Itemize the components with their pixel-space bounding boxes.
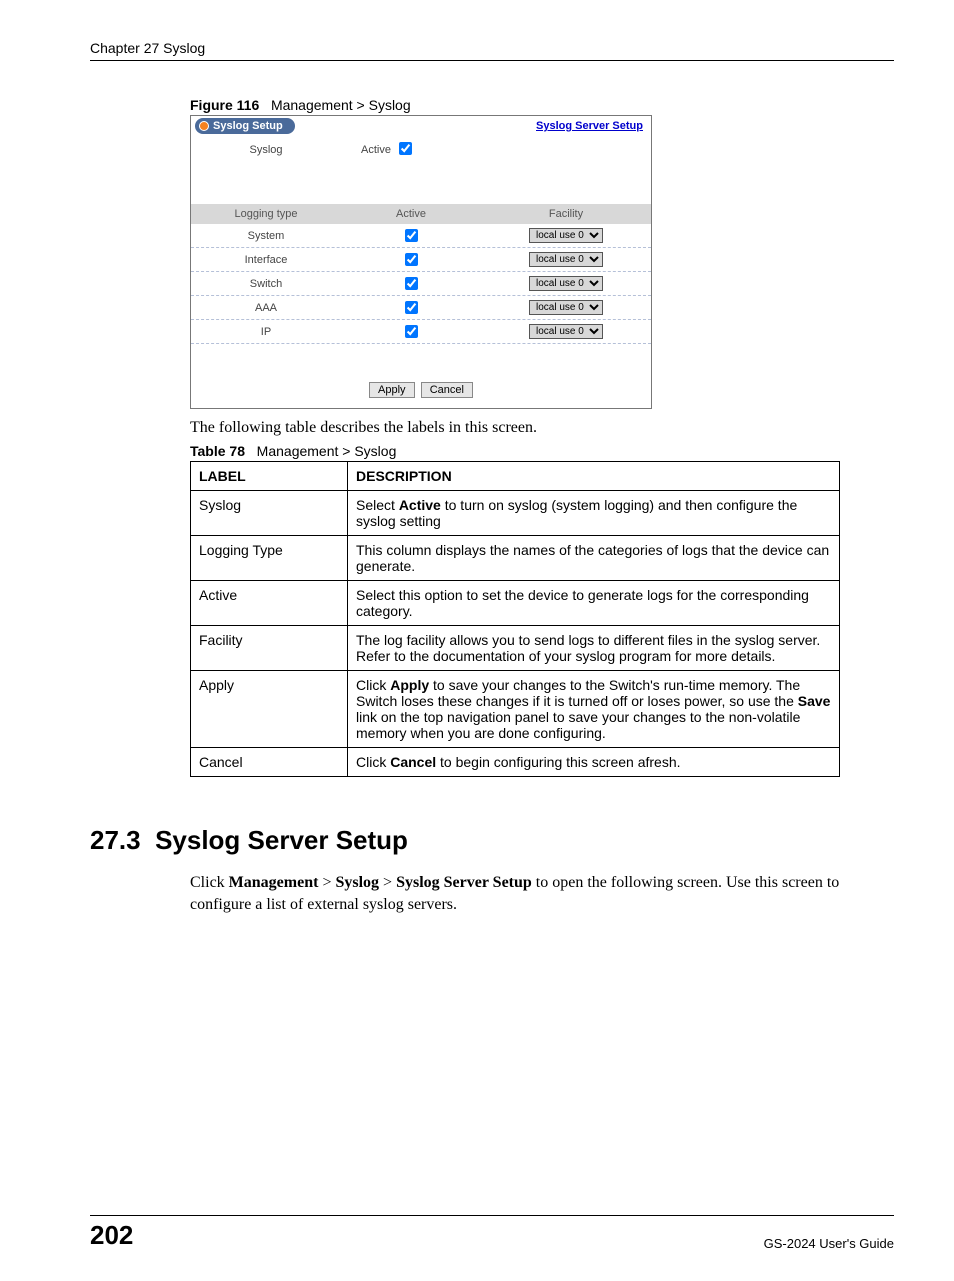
figure-label: Figure 116 (190, 97, 259, 113)
table-row: Apply Click Apply to save your changes t… (191, 671, 840, 748)
row-active-checkbox[interactable] (405, 229, 418, 242)
facility-select[interactable]: local use 0 (529, 276, 603, 291)
row-active-checkbox[interactable] (405, 277, 418, 290)
syslog-setup-tab[interactable]: Syslog Setup (195, 118, 295, 134)
section-heading: 27.3 Syslog Server Setup (90, 825, 894, 856)
cell-description: Click Apply to save your changes to the … (348, 671, 840, 748)
th-active: Active (341, 204, 481, 224)
syslog-server-setup-link[interactable]: Syslog Server Setup (536, 120, 643, 132)
syslog-setup-screenshot: Syslog Setup Syslog Server Setup Syslog … (190, 115, 652, 409)
table-row: IP local use 0 (191, 320, 651, 344)
section-body: Click Management > Syslog > Syslog Serve… (190, 872, 894, 915)
table-row: Active Select this option to set the dev… (191, 581, 840, 626)
page-footer: 202 GS-2024 User's Guide (90, 1215, 894, 1251)
row-name: Switch (191, 278, 341, 290)
row-active-checkbox[interactable] (405, 325, 418, 338)
table-row: Syslog Select Active to turn on syslog (… (191, 491, 840, 536)
row-active-checkbox[interactable] (405, 253, 418, 266)
cell-description: Select Active to turn on syslog (system … (348, 491, 840, 536)
cell-description: Select this option to set the device to … (348, 581, 840, 626)
cell-label: Apply (191, 671, 348, 748)
row-name: IP (191, 326, 341, 338)
page-number: 202 (90, 1220, 133, 1251)
page-header: Chapter 27 Syslog (90, 40, 894, 61)
table-row: Interface local use 0 (191, 248, 651, 272)
figure-caption: Figure 116 Management > Syslog (190, 97, 894, 113)
facility-select[interactable]: local use 0 (529, 300, 603, 315)
cell-label: Cancel (191, 748, 348, 777)
th-label: LABEL (191, 462, 348, 491)
description-table: LABEL DESCRIPTION Syslog Select Active t… (190, 461, 840, 777)
guide-name: GS-2024 User's Guide (764, 1236, 894, 1251)
cancel-button[interactable]: Cancel (421, 382, 473, 398)
facility-select[interactable]: local use 0 (529, 324, 603, 339)
cell-label: Facility (191, 626, 348, 671)
th-description: DESCRIPTION (348, 462, 840, 491)
logging-table-header: Logging type Active Facility (191, 204, 651, 224)
facility-select[interactable]: local use 0 (529, 252, 603, 267)
table-row: System local use 0 (191, 224, 651, 248)
table-row: Logging Type This column displays the na… (191, 536, 840, 581)
cell-label: Logging Type (191, 536, 348, 581)
intro-text: The following table describes the labels… (190, 419, 894, 437)
table-title: Management > Syslog (257, 443, 397, 459)
th-logging-type: Logging type (191, 204, 341, 224)
table-label: Table 78 (190, 443, 245, 459)
active-label: Active (341, 144, 399, 156)
cell-label: Syslog (191, 491, 348, 536)
row-name: Interface (191, 254, 341, 266)
cell-description: This column displays the names of the ca… (348, 536, 840, 581)
table-row: AAA local use 0 (191, 296, 651, 320)
figure-title: Management > Syslog (271, 97, 411, 113)
facility-select[interactable]: local use 0 (529, 228, 603, 243)
syslog-active-checkbox[interactable] (399, 142, 412, 155)
row-name: System (191, 230, 341, 242)
row-active-checkbox[interactable] (405, 301, 418, 314)
cell-description: Click Cancel to begin configuring this s… (348, 748, 840, 777)
table-caption: Table 78 Management > Syslog (190, 443, 894, 459)
th-facility: Facility (481, 204, 651, 224)
row-name: AAA (191, 302, 341, 314)
table-row: Switch local use 0 (191, 272, 651, 296)
cell-label: Active (191, 581, 348, 626)
table-row: Facility The log facility allows you to … (191, 626, 840, 671)
table-row: Cancel Click Cancel to begin configuring… (191, 748, 840, 777)
apply-button[interactable]: Apply (369, 382, 415, 398)
syslog-label: Syslog (191, 144, 341, 156)
cell-description: The log facility allows you to send logs… (348, 626, 840, 671)
